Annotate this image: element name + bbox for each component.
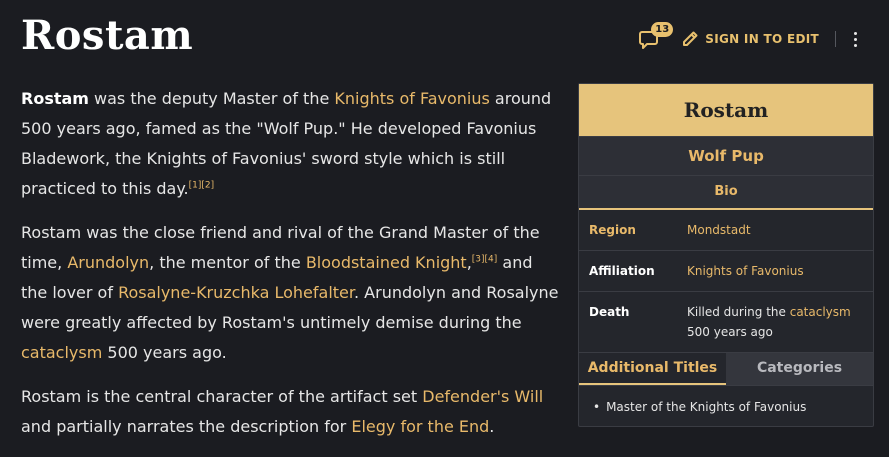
pencil-icon [683, 31, 698, 46]
list-item: • Master of the Knights of Favonius [593, 400, 807, 414]
sign-in-to-edit-button[interactable]: SIGN IN TO EDIT [681, 30, 819, 48]
subject-name: Rostam [21, 89, 89, 108]
link-mondstadt[interactable]: Mondstadt [687, 223, 751, 237]
link-knights-of-favonius[interactable]: Knights of Favonius [687, 264, 804, 278]
more-options-icon[interactable] [852, 31, 859, 47]
page-toolbar: 13 SIGN IN TO EDIT [637, 22, 859, 54]
infobox-section-bio: Bio [579, 176, 873, 210]
infobox-value: Knights of Favonius [687, 251, 812, 291]
reference-link[interactable]: [4] [485, 255, 498, 265]
tab-additional-titles[interactable]: Additional Titles [579, 353, 726, 385]
infobox-row-region: Region Mondstadt [579, 210, 873, 251]
tab-categories[interactable]: Categories [726, 353, 873, 385]
link-knights-of-favonius[interactable]: Knights of Favonius [334, 89, 489, 108]
comment-count-badge: 13 [651, 22, 674, 37]
infobox-row-affiliation: Affiliation Knights of Favonius [579, 251, 873, 292]
link-defenders-will[interactable]: Defender's Will [422, 387, 543, 406]
link-cataclysm[interactable]: cataclysm [790, 305, 851, 319]
additional-titles-list: • Master of the Knights of Favonius [579, 386, 873, 426]
reference-link[interactable]: [3] [472, 255, 485, 265]
link-arundolyn[interactable]: Arundolyn [67, 253, 149, 272]
infobox-subtitle: Wolf Pup [579, 136, 873, 176]
article-body: Rostam was the deputy Master of the Knig… [21, 84, 561, 456]
link-cataclysm[interactable]: cataclysm [21, 343, 102, 362]
bullet-icon: • [593, 400, 601, 414]
link-elegy-for-the-end[interactable]: Elegy for the End [351, 417, 489, 436]
page-title: Rostam [21, 12, 194, 59]
reference-link[interactable]: [2] [201, 181, 214, 191]
comments-button[interactable]: 13 [637, 22, 674, 54]
reference-link[interactable]: [1] [189, 181, 202, 191]
article-paragraph-2: Rostam was the close friend and rival of… [21, 223, 559, 362]
infobox: Rostam Wolf Pup Bio Region Mondstadt Aff… [578, 83, 874, 427]
toolbar-divider [835, 31, 836, 47]
infobox-value: Killed during the cataclysm 500 years ago [687, 305, 851, 339]
infobox-label: Region [589, 223, 636, 237]
infobox-label: Death [589, 305, 630, 319]
link-rosalyne[interactable]: Rosalyne-Kruzchka Lohefalter [118, 283, 354, 302]
sign-in-label: SIGN IN TO EDIT [705, 32, 819, 46]
infobox-value: Mondstadt [687, 210, 759, 250]
link-bloodstained-knight[interactable]: Bloodstained Knight [306, 253, 467, 272]
infobox-label: Affiliation [589, 264, 655, 278]
infobox-title: Rostam [579, 84, 873, 136]
article-paragraph-3: Rostam is the central character of the a… [21, 387, 544, 436]
article-paragraph-1: Rostam was the deputy Master of the Knig… [21, 89, 552, 198]
infobox-row-death: Death Killed during the cataclysm 500 yea… [579, 292, 873, 353]
infobox-tabs: Additional Titles Categories [579, 353, 873, 386]
